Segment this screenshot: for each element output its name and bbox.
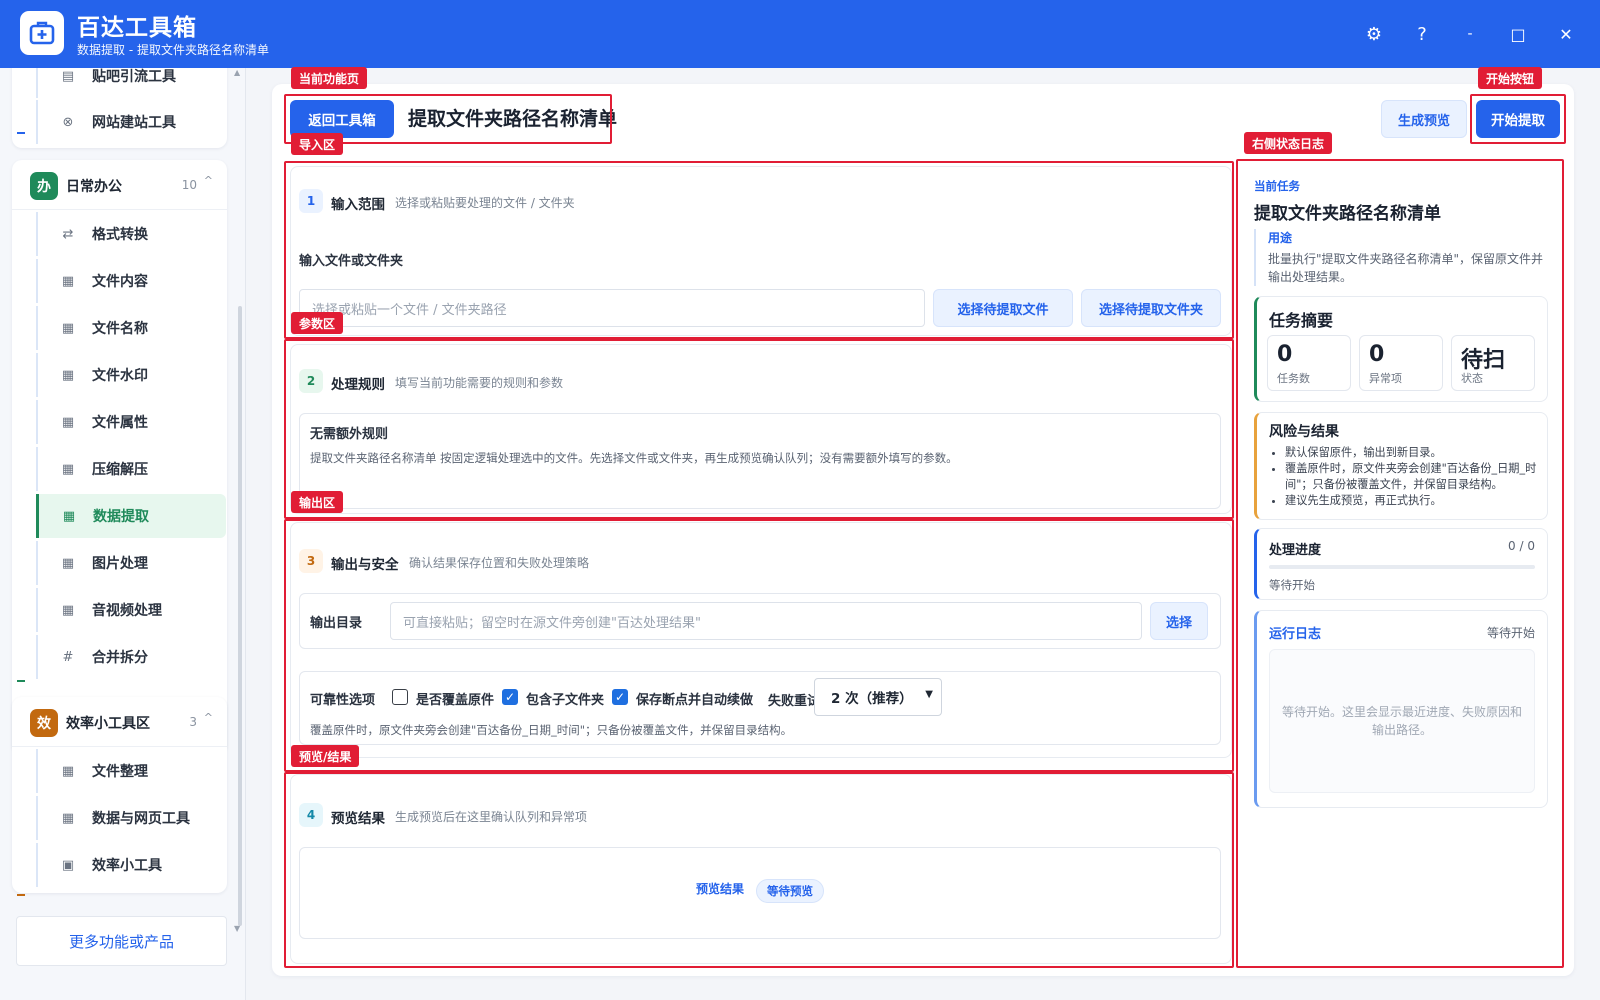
sidebar-item-file-organize[interactable]: ▦ 文件整理 (36, 749, 226, 793)
box-icon: ▣ (61, 857, 75, 873)
annotation-right-log-box (1236, 159, 1564, 968)
sidebar-item-tieba[interactable]: ▤ 贴吧引流工具 (36, 68, 226, 98)
sidebar-item-data-extract[interactable]: ▦ 数据提取 (36, 494, 226, 538)
group-marker (17, 894, 25, 896)
collapse-caret-icon[interactable]: ^ (204, 711, 213, 724)
maximize-button[interactable]: □ (1502, 18, 1534, 50)
sidebar-item-label: 贴吧引流工具 (92, 69, 176, 85)
sidebar-item-image[interactable]: ▦ 图片处理 (36, 541, 226, 585)
group-badge: 办 (30, 172, 58, 200)
group-count: 3 (189, 715, 197, 729)
title-bar: 百达工具箱 数据提取 - 提取文件夹路径名称清单 ⚙ ? - □ ✕ (0, 0, 1600, 68)
grid-icon: ▦ (61, 555, 75, 571)
group-header[interactable]: 效 效率小工具区 3 ^ (12, 697, 227, 747)
scroll-down-arrow-icon[interactable]: ▼ (234, 924, 240, 933)
group-marker (17, 680, 25, 682)
swap-icon: ⇄ (62, 226, 74, 242)
grid-icon: ▦ (61, 414, 75, 430)
grid-icon: ▦ (62, 508, 76, 524)
annotation-start-button-box (1470, 94, 1566, 144)
group-marker (17, 132, 25, 134)
annotation-current-page-tag: 当前功能页 (291, 67, 368, 89)
sidebar-item-av[interactable]: ▦ 音视频处理 (36, 588, 226, 632)
sidebar-item-format-convert[interactable]: ⇄ 格式转换 (36, 212, 226, 256)
sidebar-item-merge-split[interactable]: # 合并拆分 (36, 635, 226, 679)
sidebar-item-label: 合并拆分 (92, 650, 148, 666)
sidebar-item-label: 压缩解压 (92, 462, 148, 478)
sidebar-item-efficiency-tool[interactable]: ▣ 效率小工具 (36, 843, 226, 887)
sidebar: ▲ ▼ ▤ 贴吧引流工具 ⊗ 网站建站工具 办 日常办公 10 ^ ⇄ 格式转换 … (0, 68, 246, 1000)
sidebar-item-label: 文件名称 (92, 321, 148, 337)
annotation-import-zone-box (284, 161, 1234, 339)
more-products-button[interactable]: 更多功能或产品 (16, 916, 227, 966)
sidebar-scrollbar[interactable] (238, 306, 242, 926)
sidebar-group-daily-office: 办 日常办公 10 ^ ⇄ 格式转换 ▦ 文件内容 ▦ 文件名称 ▦ 文件水印 ▦ 文件属… (12, 160, 227, 754)
sidebar-group-efficiency: 效 效率小工具区 3 ^ ▦ 文件整理 ▦ 数据与网页工具 ▣ 效率小工具 (12, 697, 227, 893)
sidebar-item-label: 文件水印 (92, 368, 148, 384)
sidebar-item-compress[interactable]: ▦ 压缩解压 (36, 447, 226, 491)
group-name: 效率小工具区 (66, 716, 150, 732)
close-button[interactable]: ✕ (1550, 18, 1582, 50)
annotation-output-zone-box (284, 519, 1234, 772)
grid-icon: ▦ (61, 763, 75, 779)
sidebar-item-label: 文件内容 (92, 274, 148, 290)
sidebar-item-label: 效率小工具 (92, 858, 162, 874)
sidebar-group-previous: ▤ 贴吧引流工具 ⊗ 网站建站工具 (12, 68, 227, 148)
group-header[interactable]: 办 日常办公 10 ^ (12, 160, 227, 210)
generate-preview-button[interactable]: 生成预览 (1381, 100, 1467, 138)
sidebar-item-label: 音视频处理 (92, 603, 162, 619)
sidebar-item-data-web[interactable]: ▦ 数据与网页工具 (36, 796, 226, 840)
app-title: 百达工具箱 (77, 15, 197, 41)
help-icon[interactable]: ? (1406, 18, 1438, 50)
annotation-right-log-tag: 右侧状态日志 (1244, 132, 1333, 154)
annotation-start-button-tag: 开始按钮 (1478, 67, 1543, 89)
annotation-params-zone-tag: 参数区 (291, 312, 344, 334)
grid-icon: ▦ (61, 320, 75, 336)
group-name: 日常办公 (66, 179, 122, 195)
hash-icon: # (62, 649, 74, 665)
sidebar-item-label: 数据与网页工具 (92, 811, 190, 827)
app-subtitle: 数据提取 - 提取文件夹路径名称清单 (77, 43, 269, 57)
scroll-up-arrow-icon[interactable]: ▲ (234, 68, 240, 77)
grid-icon: ▦ (61, 367, 75, 383)
grid-icon: ▦ (61, 602, 75, 618)
sidebar-item-label: 网站建站工具 (92, 115, 176, 131)
sidebar-item-label: 文件属性 (92, 415, 148, 431)
sidebar-item-label: 文件整理 (92, 764, 148, 780)
sidebar-item-label: 图片处理 (92, 556, 148, 572)
group-badge: 效 (30, 709, 58, 737)
sidebar-item-file-content[interactable]: ▦ 文件内容 (36, 259, 226, 303)
sidebar-item-label: 格式转换 (92, 227, 148, 243)
settings-gear-icon[interactable]: ⚙ (1358, 18, 1390, 50)
annotation-params-zone-box (284, 339, 1234, 519)
collapse-caret-icon[interactable]: ^ (204, 174, 213, 187)
toolbox-logo-icon (20, 11, 64, 55)
sidebar-item-file-attributes[interactable]: ▦ 文件属性 (36, 400, 226, 444)
grid-icon: ▦ (61, 461, 75, 477)
annotation-preview-zone-tag: 预览/结果 (291, 745, 360, 767)
sidebar-item-label: 数据提取 (93, 509, 149, 525)
doc-icon: ▤ (61, 68, 75, 84)
annotation-preview-zone-box (284, 772, 1234, 968)
annotation-import-zone-tag: 导入区 (291, 133, 344, 155)
globe-icon: ⊗ (62, 114, 74, 130)
grid-icon: ▦ (61, 810, 75, 826)
sidebar-item-file-watermark[interactable]: ▦ 文件水印 (36, 353, 226, 397)
grid-icon: ▦ (61, 273, 75, 289)
sidebar-item-website[interactable]: ⊗ 网站建站工具 (36, 100, 226, 144)
annotation-output-zone-tag: 输出区 (291, 491, 344, 513)
sidebar-item-file-name[interactable]: ▦ 文件名称 (36, 306, 226, 350)
group-count: 10 (181, 178, 197, 192)
minimize-button[interactable]: - (1454, 18, 1486, 50)
